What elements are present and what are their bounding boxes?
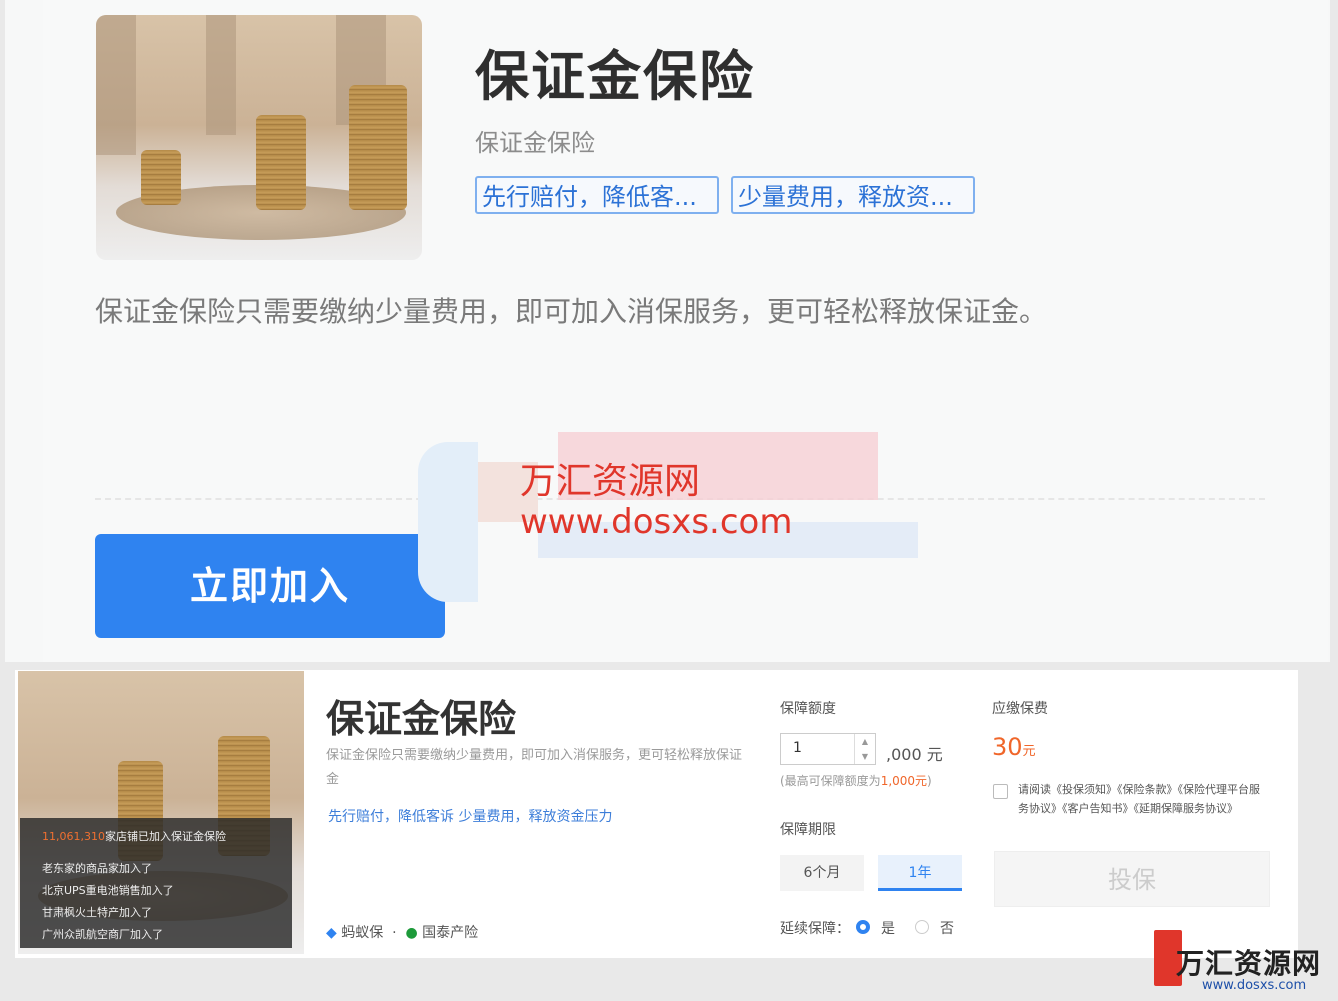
page-title: 保证金保险 [475, 45, 755, 108]
fee-label: 应缴保费 [992, 701, 1048, 717]
renew-no-label: 否 [940, 921, 954, 937]
coverage-amount-value: 1 [793, 740, 802, 756]
period-option-6m[interactable]: 6个月 [780, 855, 864, 891]
product-tags: 先行赔付，降低客诉 少量费用，释放资金压力 [328, 809, 613, 825]
ant-insurance-icon: ◆ [326, 925, 337, 941]
feature-tag: 少量费用，释放资... [731, 176, 975, 214]
watermark-url: www.dosxs.com [520, 502, 793, 542]
watermark-logo: 万汇资源网 www.dosxs.com [1150, 926, 1338, 998]
period-label: 保障期限 [780, 822, 836, 838]
product-title: 保证金保险 [326, 697, 517, 741]
agreement-text[interactable]: 请阅读《投保须知》《保险条款》《保险代理平台服务协议》《客户告知书》《延期保障服… [1018, 780, 1268, 818]
product-subtitle: 保证金保险 [475, 129, 595, 157]
ticker-item: 北京UPS重电池销售加入了 [42, 884, 174, 897]
watermark-logo-url: www.dosxs.com [1202, 978, 1307, 993]
product-description-short: 保证金保险只需要缴纳少量费用，即可加入消保服务，更可轻松释放保证金 [326, 748, 743, 787]
chevron-down-icon[interactable]: ▼ [855, 749, 875, 764]
ticker-count: 11,061,310 [42, 830, 105, 843]
period-option-1y[interactable]: 1年 [878, 855, 962, 891]
ticker-item: 老东家的商品家加入了 [42, 862, 152, 875]
watermark-logo-text: 万汇资源网 [1176, 947, 1322, 980]
renew-no-radio[interactable] [915, 920, 929, 934]
brand-logos: ◆ 蚂蚁保 · ● 国泰产险 [326, 925, 479, 941]
feature-tag: 先行赔付，降低客... [475, 176, 719, 214]
product-description: 保证金保险只需要缴纳少量费用，即可加入消保服务，更可轻松释放保证金。 [95, 295, 1048, 328]
agreement-checkbox[interactable] [993, 784, 1008, 799]
stepper[interactable]: ▲ ▼ [854, 734, 875, 764]
join-ticker: 11,061,310家店铺已加入保证金保险 老东家的商品家加入了 北京UPS重电… [20, 818, 292, 948]
fee-amount: 30元 [992, 733, 1036, 761]
coverage-label: 保障额度 [780, 701, 836, 717]
renew-yes-label: 是 [881, 921, 895, 937]
brand-logo-guotai: 国泰产险 [422, 925, 479, 941]
join-now-button[interactable]: 立即加入 [95, 534, 445, 638]
insure-button[interactable]: 投保 [994, 851, 1270, 907]
ticker-item: 甘肃枫火土特产加入了 [42, 906, 152, 919]
product-image [96, 15, 422, 260]
chevron-up-icon[interactable]: ▲ [855, 734, 875, 749]
coverage-unit: ,000 元 [886, 745, 943, 764]
coverage-amount-input[interactable]: 1 ▲ ▼ [780, 733, 876, 765]
watermark-text: 万汇资源网 [520, 461, 701, 502]
ticker-headline: 家店铺已加入保证金保险 [104, 830, 226, 843]
coverage-hint: (最高可保障额度为1,000元) [780, 774, 932, 788]
renew-label: 延续保障： [780, 921, 850, 937]
brand-logo-ant: 蚂蚁保 [341, 925, 384, 941]
ticker-item: 广州众凯航空商厂加入了 [42, 928, 163, 941]
renew-yes-radio[interactable] [856, 920, 870, 934]
guotai-icon: ● [405, 925, 418, 941]
